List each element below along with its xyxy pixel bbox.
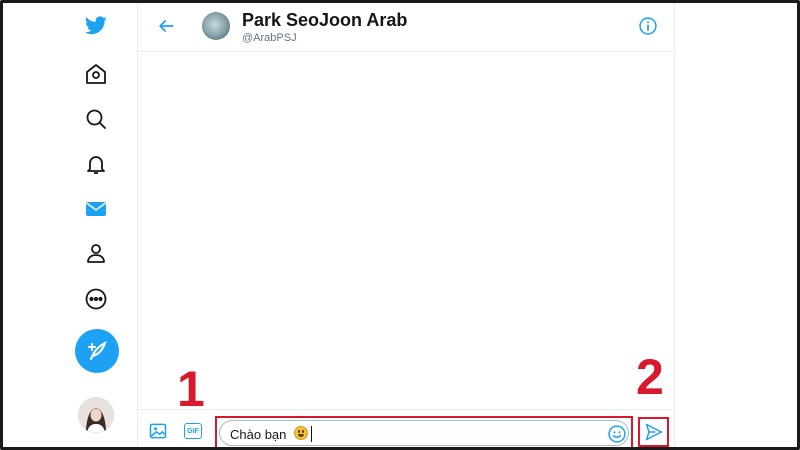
compose-tweet-button[interactable] bbox=[75, 329, 119, 373]
contact-handle: @ArabPSJ bbox=[242, 32, 297, 44]
send-button[interactable] bbox=[642, 421, 665, 443]
send-icon bbox=[645, 423, 662, 441]
message-input[interactable]: Chào bạn bbox=[219, 420, 629, 446]
twitter-logo-icon[interactable] bbox=[74, 4, 118, 48]
emoji-picker-button[interactable] bbox=[607, 424, 627, 444]
gif-button[interactable]: GIF bbox=[184, 423, 202, 439]
contact-avatar[interactable] bbox=[202, 12, 230, 40]
gif-icon: GIF bbox=[187, 427, 199, 435]
step-number-2: 2 bbox=[636, 349, 664, 405]
emoji-icon bbox=[608, 425, 626, 443]
messages-mail-icon[interactable] bbox=[74, 187, 118, 231]
compose-tweet-icon bbox=[88, 341, 107, 360]
left-sidebar bbox=[58, 0, 136, 450]
conversation-header: Park SeoJoon Arab @ArabPSJ bbox=[138, 0, 674, 52]
profile-icon[interactable] bbox=[74, 231, 118, 275]
image-icon bbox=[149, 423, 167, 439]
search-icon[interactable] bbox=[74, 97, 118, 141]
home-icon[interactable] bbox=[74, 52, 118, 96]
message-list bbox=[138, 53, 674, 409]
message-input-text: Chào bạn bbox=[230, 427, 287, 442]
conversation-info-button[interactable] bbox=[636, 14, 660, 38]
text-caret bbox=[311, 426, 312, 442]
back-button[interactable] bbox=[152, 12, 180, 40]
back-arrow-icon bbox=[159, 20, 174, 32]
contact-name[interactable]: Park SeoJoon Arab bbox=[242, 10, 407, 31]
more-icon[interactable] bbox=[74, 277, 118, 321]
account-avatar[interactable] bbox=[78, 397, 114, 433]
notifications-bell-icon[interactable] bbox=[74, 142, 118, 186]
column-divider bbox=[674, 0, 675, 450]
smiley-emoji-icon bbox=[294, 426, 308, 440]
add-media-button[interactable] bbox=[148, 421, 168, 441]
info-icon bbox=[639, 17, 657, 35]
step-number-1: 1 bbox=[177, 361, 205, 417]
